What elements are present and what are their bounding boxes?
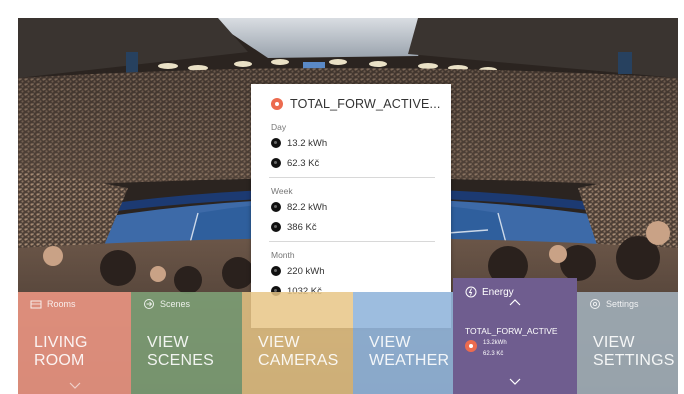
energy-row: 13.2 kWh: [271, 133, 451, 153]
divider: [269, 177, 435, 178]
weather-tile[interactable]: VIEW WEATHER: [353, 292, 453, 394]
energy-tile[interactable]: Energy TOTAL_FORW_ACTIVE 13.2kWh 62.3 Kč: [453, 278, 577, 394]
section-label: Month: [271, 250, 295, 260]
cost-bullet-icon: [271, 158, 281, 168]
dashboard-screen: TOTAL_FORW_ACTIVE... Day 13.2 kWh 62.3 K…: [18, 18, 678, 394]
scenes-tile-header: Scenes: [143, 298, 190, 310]
energy-tile-header: Energy: [465, 286, 514, 298]
settings-tile-header: Settings: [589, 298, 639, 310]
view-settings-label: VIEW SETTINGS: [593, 334, 675, 369]
rooms-icon: [30, 300, 42, 309]
cost-value: 386 Kč: [287, 221, 317, 233]
settings-icon: [590, 299, 600, 309]
energy-value: 13.2kWh: [483, 340, 507, 346]
rooms-tile[interactable]: Rooms LIVING ROOM: [18, 292, 131, 394]
cost-value: 62.3 Kč: [483, 351, 504, 357]
view-scenes-label: VIEW SCENES: [147, 334, 214, 369]
section-week: Week 82.2 kWh 386 Kč: [251, 180, 451, 237]
scenes-icon: [144, 299, 154, 309]
energy-meter-title: TOTAL_FORW_ACTIVE: [465, 326, 558, 336]
energy-row: 220 kWh: [271, 261, 451, 281]
energy-meter-values: 13.2kWh 62.3 Kč: [465, 338, 507, 360]
cost-bullet-icon: [271, 222, 281, 232]
chevron-down-icon[interactable]: [509, 378, 521, 386]
scenes-tile-label: Scenes: [160, 299, 191, 309]
chevron-down-icon[interactable]: [69, 382, 81, 390]
energy-icon: [465, 286, 477, 298]
section-label: Day: [271, 122, 287, 132]
settings-tile-label: Settings: [606, 299, 639, 309]
energy-value: 82.2 kWh: [287, 201, 328, 213]
energy-bullet-icon: [271, 266, 281, 276]
popup-title: TOTAL_FORW_ACTIVE...: [290, 97, 441, 111]
energy-tile-label: Energy: [482, 286, 514, 298]
living-room-label: LIVING ROOM: [34, 334, 88, 369]
section-label: Week: [271, 186, 293, 196]
settings-tile[interactable]: Settings VIEW SETTINGS: [577, 292, 678, 394]
rooms-tile-header: Rooms: [30, 298, 76, 310]
view-weather-label: VIEW WEATHER: [369, 334, 450, 369]
energy-value: 220 kWh: [287, 265, 325, 277]
cameras-tile[interactable]: VIEW CAMERAS: [242, 292, 353, 394]
popup-header: TOTAL_FORW_ACTIVE...: [251, 84, 451, 116]
view-cameras-label: VIEW CAMERAS: [258, 334, 339, 369]
chevron-up-icon[interactable]: [509, 298, 521, 306]
cost-value: 62.3 Kč: [287, 157, 320, 169]
divider: [269, 241, 435, 242]
section-day: Day 13.2 kWh 62.3 Kč: [251, 116, 451, 173]
energy-bullet-icon: [271, 202, 281, 212]
rooms-tile-label: Rooms: [47, 299, 76, 309]
cost-row: 62.3 Kč: [271, 153, 451, 173]
energy-bullet-icon: [271, 138, 281, 148]
bulb-icon: [271, 98, 283, 110]
energy-row: 82.2 kWh: [271, 197, 451, 217]
scenes-tile[interactable]: Scenes VIEW SCENES: [131, 292, 242, 394]
cost-row: 386 Kč: [271, 217, 451, 237]
energy-value: 13.2 kWh: [287, 137, 328, 149]
bulb-icon: [465, 340, 477, 352]
